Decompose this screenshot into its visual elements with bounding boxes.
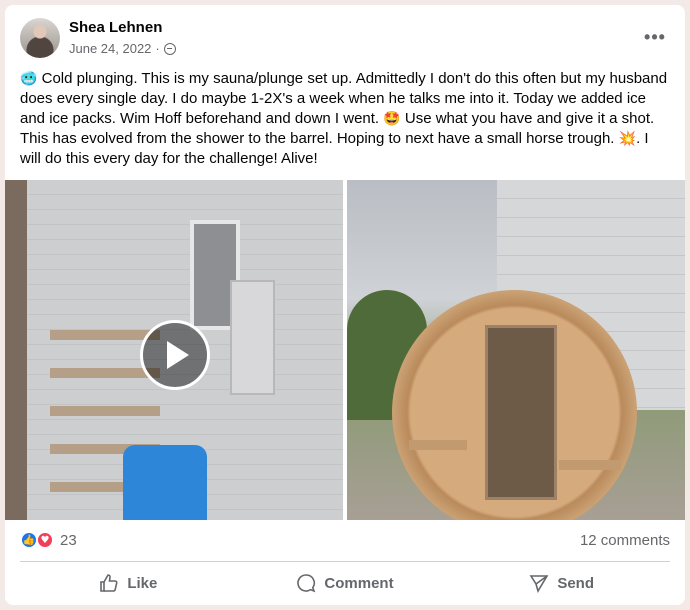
author-name[interactable]: Shea Lehnen	[69, 19, 162, 36]
play-video-button[interactable]	[140, 320, 210, 390]
send-label: Send	[557, 574, 595, 592]
divider	[20, 561, 670, 562]
like-button[interactable]: Like	[20, 573, 237, 593]
send-icon	[529, 575, 549, 593]
electrical-box	[230, 280, 275, 395]
star-struck-emoji: 🤩	[383, 111, 401, 127]
sauna-door	[485, 325, 557, 500]
like-label: Like	[127, 574, 158, 592]
love-reaction-icon: ♥	[36, 531, 54, 549]
sauna-bench-right	[559, 460, 621, 470]
action-bar: Like Comment Send	[20, 564, 670, 602]
cold-face-emoji: 🥶	[20, 71, 38, 87]
blue-barrel	[123, 445, 207, 520]
post-header: Shea Lehnen June 24, 2022 · •••	[5, 5, 685, 69]
send-button[interactable]: Send	[453, 573, 670, 593]
comment-bubble-icon	[297, 574, 316, 593]
reactions-summary[interactable]: 👍 ♥ 23	[20, 531, 77, 549]
comment-button[interactable]: Comment	[237, 573, 454, 593]
globe-icon[interactable]	[163, 42, 176, 55]
post-date[interactable]: June 24, 2022	[69, 41, 151, 56]
sauna-bench-left	[409, 440, 467, 450]
post-media	[5, 180, 685, 520]
comment-label: Comment	[324, 574, 394, 592]
meta-separator: ·	[155, 41, 160, 56]
post-meta: June 24, 2022 ·	[69, 41, 176, 56]
comments-count[interactable]: 12 comments	[580, 532, 670, 549]
more-options-button[interactable]: •••	[643, 25, 667, 49]
reaction-count: 23	[60, 531, 77, 549]
post-card: Shea Lehnen June 24, 2022 · ••• 🥶 Cold p…	[5, 5, 685, 605]
sauna-photo[interactable]	[347, 180, 685, 520]
collision-emoji: 💥	[618, 131, 637, 147]
post-text: 🥶 Cold plunging. This is my sauna/plunge…	[20, 69, 670, 169]
thumbs-up-icon	[100, 574, 118, 592]
more-icon: •••	[644, 26, 666, 47]
video-thumbnail[interactable]	[5, 180, 343, 520]
engagement-bar: 👍 ♥ 23 12 comments	[20, 525, 670, 555]
avatar[interactable]	[20, 18, 60, 58]
